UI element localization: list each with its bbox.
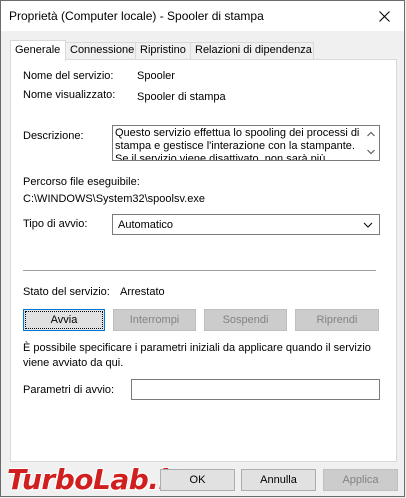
tab-dependencies[interactable]: Relazioni di dipendenza [190, 42, 314, 59]
start-params-info: È possibile specificare i parametri iniz… [23, 342, 371, 369]
description-textbox[interactable]: Questo servizio effettua lo spooling dei… [112, 125, 380, 161]
apply-button-label: Applica [342, 474, 379, 486]
scroll-up-icon[interactable] [367, 130, 375, 138]
chevron-down-icon [363, 222, 373, 228]
close-button[interactable] [364, 1, 404, 31]
window-title: Proprietà (Computer locale) - Spooler di… [9, 9, 264, 23]
service-status-value: Arrestato [120, 286, 165, 298]
title-bar: Proprietà (Computer locale) - Spooler di… [1, 1, 404, 31]
start-params-input[interactable] [131, 379, 380, 400]
tab-general[interactable]: Generale [10, 40, 66, 61]
description-label: Descrizione: [23, 130, 84, 142]
tab-label: Ripristino [140, 44, 186, 56]
watermark-logo: TurboLab.it [7, 460, 181, 498]
exe-path-label: Percorso file eseguibile: [23, 176, 140, 188]
exe-path-value[interactable]: C:\WINDOWS\System32\spoolsv.exe [23, 193, 205, 205]
stop-button[interactable]: Interrompi [113, 309, 196, 331]
tab-label: Connessione [70, 44, 135, 56]
general-tab-panel [10, 59, 397, 462]
ok-button[interactable]: OK [160, 469, 235, 491]
pause-button-label: Sospendi [222, 314, 269, 326]
ok-button-label: OK [189, 474, 206, 486]
tab-recovery[interactable]: Ripristino [135, 42, 191, 59]
display-name-label: Nome visualizzato: [23, 89, 116, 101]
service-status-label: Stato del servizio: [23, 286, 110, 298]
description-text: Questo servizio effettua lo spooling dei… [115, 127, 360, 161]
display-name-value[interactable]: Spooler di stampa [137, 91, 226, 103]
focus-rect [25, 311, 103, 329]
watermark-text: TurboLab.it [7, 462, 181, 496]
start-params-label: Parametri di avvio: [23, 384, 115, 396]
properties-dialog: Proprietà (Computer locale) - Spooler di… [0, 0, 405, 497]
resume-button[interactable]: Riprendi [295, 309, 379, 331]
resume-button-label: Riprendi [316, 314, 358, 326]
tab-connection[interactable]: Connessione [65, 42, 136, 59]
start-button[interactable]: Avvia [23, 309, 105, 331]
scroll-down-icon[interactable] [367, 148, 375, 156]
startup-type-value: Automatico [118, 219, 174, 231]
startup-type-label: Tipo di avvio: [23, 218, 88, 230]
pause-button[interactable]: Sospendi [204, 309, 287, 331]
apply-button[interactable]: Applica [323, 469, 398, 491]
service-name-value[interactable]: Spooler [137, 70, 175, 82]
close-icon [378, 10, 390, 22]
startup-type-select[interactable]: Automatico [112, 214, 380, 235]
service-name-label: Nome del servizio: [23, 70, 114, 82]
section-divider [23, 270, 376, 271]
tab-label: Generale [15, 44, 61, 56]
stop-button-label: Interrompi [129, 314, 180, 326]
cancel-button[interactable]: Annulla [241, 469, 316, 491]
description-scrollbar[interactable] [363, 126, 379, 160]
cancel-button-label: Annulla [260, 474, 297, 486]
tab-label: Relazioni di dipendenza [195, 44, 312, 56]
